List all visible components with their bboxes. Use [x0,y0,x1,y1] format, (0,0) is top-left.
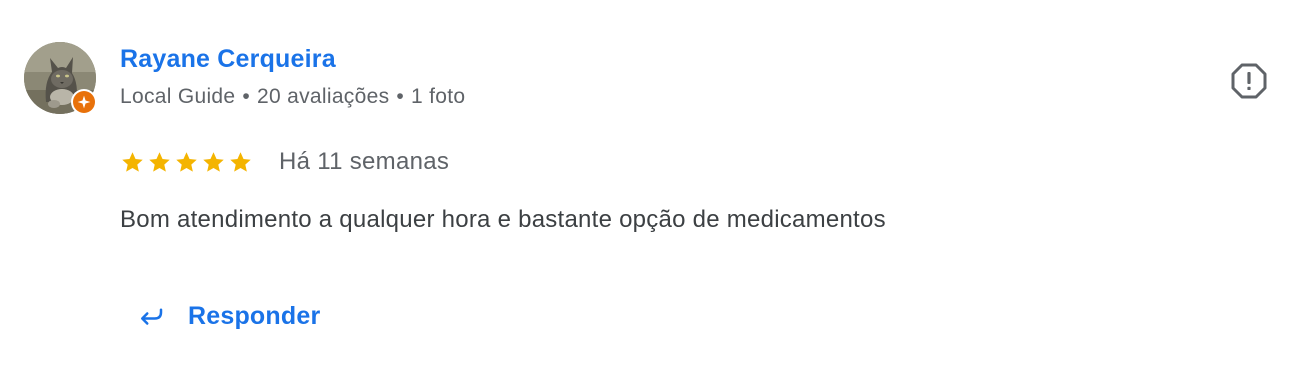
local-guide-badge [71,89,97,115]
star-filled-icon [122,151,143,172]
star-filled-icon [203,151,224,172]
review-card: Rayane Cerqueira Local Guide • 20 avaliaçõ… [0,0,1304,372]
reviewer-avatar[interactable] [24,42,97,115]
reply-arrow-icon [141,308,163,325]
photo-count: 1 foto [411,85,466,108]
local-guide-label: Local Guide [120,85,236,108]
review-count: 20 avaliações [257,85,390,108]
meta-separator: • [242,85,251,108]
star-filled-icon [176,151,197,172]
star-rating [120,150,253,175]
local-guide-star-icon [77,95,91,109]
review-date: Há 11 semanas [279,148,450,175]
report-review-button[interactable] [1229,61,1269,101]
reviewer-name[interactable]: Rayane Cerqueira [120,45,336,74]
star-filled-icon [149,151,170,172]
reviewer-meta: Local Guide • 20 avaliações • 1 foto [120,85,465,109]
reply-label: Responder [188,301,321,330]
report-flag-icon [1231,63,1267,99]
reply-button[interactable]: Responder [128,290,328,342]
star-filled-icon [230,151,251,172]
review-text: Bom atendimento a qualquer hora e bastan… [120,206,886,233]
rating-row: Há 11 semanas [120,147,449,177]
meta-separator: • [396,85,405,108]
